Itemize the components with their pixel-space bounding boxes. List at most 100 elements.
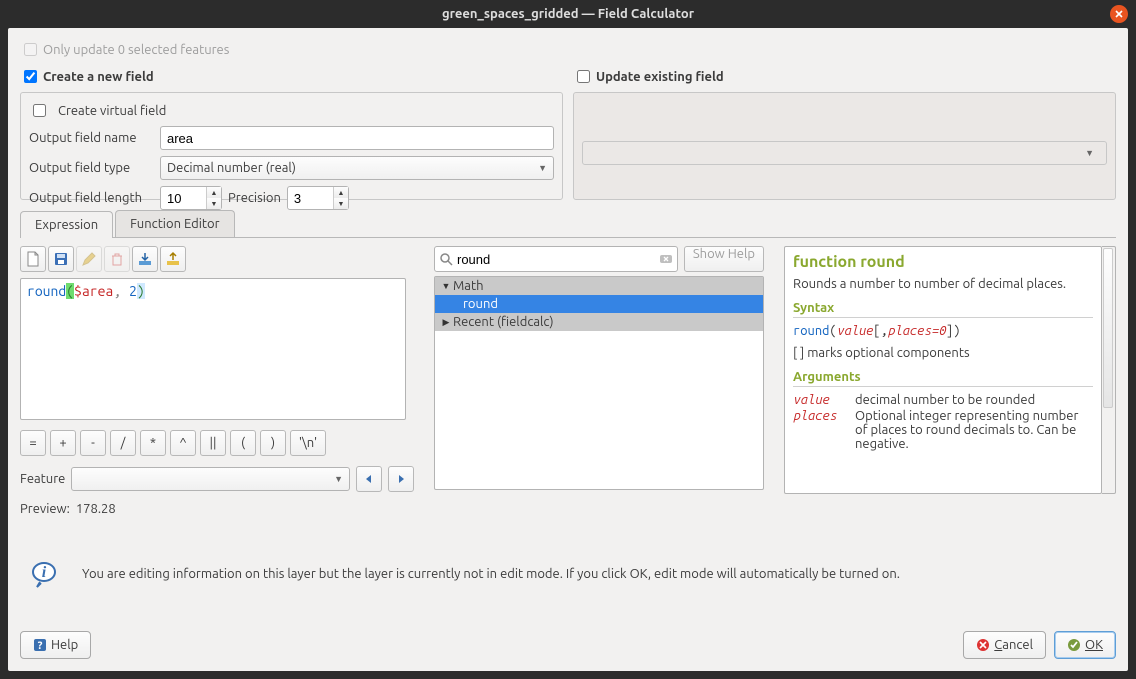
help-syntax: round(value[,places=0]) (793, 324, 1093, 338)
clear-search-icon[interactable] (659, 252, 673, 266)
chevron-down-icon: ▼ (334, 474, 343, 484)
op-newline-button[interactable]: '\n' (290, 430, 326, 456)
tabs: Expression Function Editor (20, 210, 1116, 238)
help-arguments-label: Arguments (793, 370, 1093, 387)
new-expression-button[interactable] (20, 246, 46, 272)
create-virtual-field-checkbox[interactable] (33, 104, 46, 117)
help-panel-wrap: function round Rounds a number to number… (784, 246, 1116, 516)
precision-label: Precision (228, 191, 281, 205)
create-new-field-checkbox[interactable] (24, 70, 37, 83)
expression-editor[interactable]: round($area, 2) (20, 278, 406, 420)
tree-group-recent[interactable]: ▶ Recent (fieldcalc) (435, 313, 763, 331)
function-search-input[interactable] (453, 252, 659, 267)
output-field-length-label: Output field length (29, 191, 154, 205)
feature-dropdown[interactable]: ▼ (71, 467, 350, 491)
chevron-down-icon: ▼ (1085, 148, 1094, 158)
help-scrollbar[interactable] (1102, 246, 1116, 494)
operator-row: = + - / * ^ || ( ) '\n' (20, 430, 414, 456)
help-syntax-label: Syntax (793, 301, 1093, 318)
output-field-name-label: Output field name (29, 131, 154, 145)
scrollbar-thumb[interactable] (1103, 248, 1113, 408)
titlebar: green_spaces_gridded — Field Calculator (0, 0, 1136, 28)
window-title: green_spaces_gridded — Field Calculator (442, 7, 694, 21)
show-help-button[interactable]: Show Help (684, 246, 764, 272)
close-button[interactable] (1110, 5, 1128, 23)
update-field-group: ▼ (573, 92, 1116, 200)
create-virtual-field-label: Create virtual field (58, 104, 166, 118)
help-description: Rounds a number to number of decimal pla… (793, 277, 1093, 291)
update-existing-field-checkbox[interactable] (577, 70, 590, 83)
op-power-button[interactable]: ^ (170, 430, 196, 456)
chevron-right-icon: ▶ (439, 317, 453, 328)
tab-expression[interactable]: Expression (20, 211, 113, 238)
ok-icon (1067, 638, 1081, 652)
info-icon: i (30, 558, 62, 590)
function-search-wrap (434, 246, 678, 272)
op-rparen-button[interactable]: ) (260, 430, 286, 456)
triangle-right-icon (396, 474, 406, 484)
help-title: function round (793, 253, 1093, 271)
feature-label: Feature (20, 472, 65, 486)
spin-down-icon[interactable]: ▼ (207, 198, 221, 209)
op-concat-button[interactable]: || (200, 430, 226, 456)
ok-button[interactable]: OK (1054, 631, 1116, 659)
clear-expression-button[interactable] (104, 246, 130, 272)
dialog-body: Only update 0 selected features Create a… (8, 28, 1128, 671)
output-field-type-dropdown[interactable]: Decimal number (real) ▼ (160, 156, 554, 180)
op-lparen-button[interactable]: ( (230, 430, 256, 456)
file-icon (25, 251, 41, 267)
help-arg-row: places Optional integer representing num… (793, 409, 1093, 451)
create-field-group: Create virtual field Output field name O… (20, 92, 563, 200)
preview-label: Preview: (20, 502, 70, 516)
output-field-name-input[interactable] (160, 126, 554, 150)
tab-function-editor[interactable]: Function Editor (115, 210, 234, 237)
save-icon (53, 251, 69, 267)
pencil-icon (81, 251, 97, 267)
triangle-left-icon (364, 474, 374, 484)
help-icon: ? (33, 638, 47, 652)
feature-next-button[interactable] (388, 466, 414, 492)
op-equals-button[interactable]: = (20, 430, 46, 456)
only-update-selected-label: Only update 0 selected features (43, 43, 229, 57)
function-tree[interactable]: ▼ Math round ▶ Recent (fieldcalc) (434, 276, 764, 490)
function-list-panel: Show Help ▼ Math round ▶ Recent (fieldca… (434, 246, 764, 516)
chevron-down-icon: ▼ (538, 163, 547, 173)
edit-expression-button[interactable] (76, 246, 102, 272)
help-button[interactable]: ? Help (20, 631, 91, 659)
create-new-field-label: Create a new field (43, 70, 154, 84)
expression-panel: round($area, 2) = + - / * ^ || ( ) '\n' … (20, 246, 414, 516)
help-panel: function round Rounds a number to number… (784, 246, 1102, 494)
info-text: You are editing information on this laye… (82, 567, 900, 581)
info-row: i You are editing information on this la… (20, 558, 1116, 590)
import-expression-button[interactable] (132, 246, 158, 272)
tree-item-round[interactable]: round (435, 295, 763, 313)
op-multiply-button[interactable]: * (140, 430, 166, 456)
feature-prev-button[interactable] (356, 466, 382, 492)
cancel-button[interactable]: Cancel (963, 631, 1046, 659)
search-icon (439, 252, 453, 266)
update-field-dropdown: ▼ (582, 141, 1107, 165)
output-field-length-spin[interactable]: ▲▼ (160, 186, 222, 210)
output-field-type-label: Output field type (29, 161, 154, 175)
preview-value: 178.28 (76, 502, 116, 516)
svg-text:i: i (42, 564, 47, 581)
svg-text:?: ? (38, 640, 43, 652)
precision-spin[interactable]: ▲▼ (287, 186, 349, 210)
op-minus-button[interactable]: - (80, 430, 106, 456)
spin-down-icon[interactable]: ▼ (334, 198, 348, 209)
only-update-selected-checkbox (24, 43, 37, 56)
help-optional-note: [ ] marks optional components (793, 346, 1093, 360)
update-existing-field-label: Update existing field (596, 70, 724, 84)
cancel-icon (976, 638, 990, 652)
download-icon (137, 251, 153, 267)
op-divide-button[interactable]: / (110, 430, 136, 456)
export-expression-button[interactable] (160, 246, 186, 272)
op-plus-button[interactable]: + (50, 430, 76, 456)
tree-group-math[interactable]: ▼ Math (435, 277, 763, 295)
help-arg-row: value decimal number to be rounded (793, 393, 1093, 407)
upload-icon (165, 251, 181, 267)
spin-up-icon[interactable]: ▲ (207, 187, 221, 198)
save-expression-button[interactable] (48, 246, 74, 272)
chevron-down-icon: ▼ (439, 281, 453, 291)
spin-up-icon[interactable]: ▲ (334, 187, 348, 198)
